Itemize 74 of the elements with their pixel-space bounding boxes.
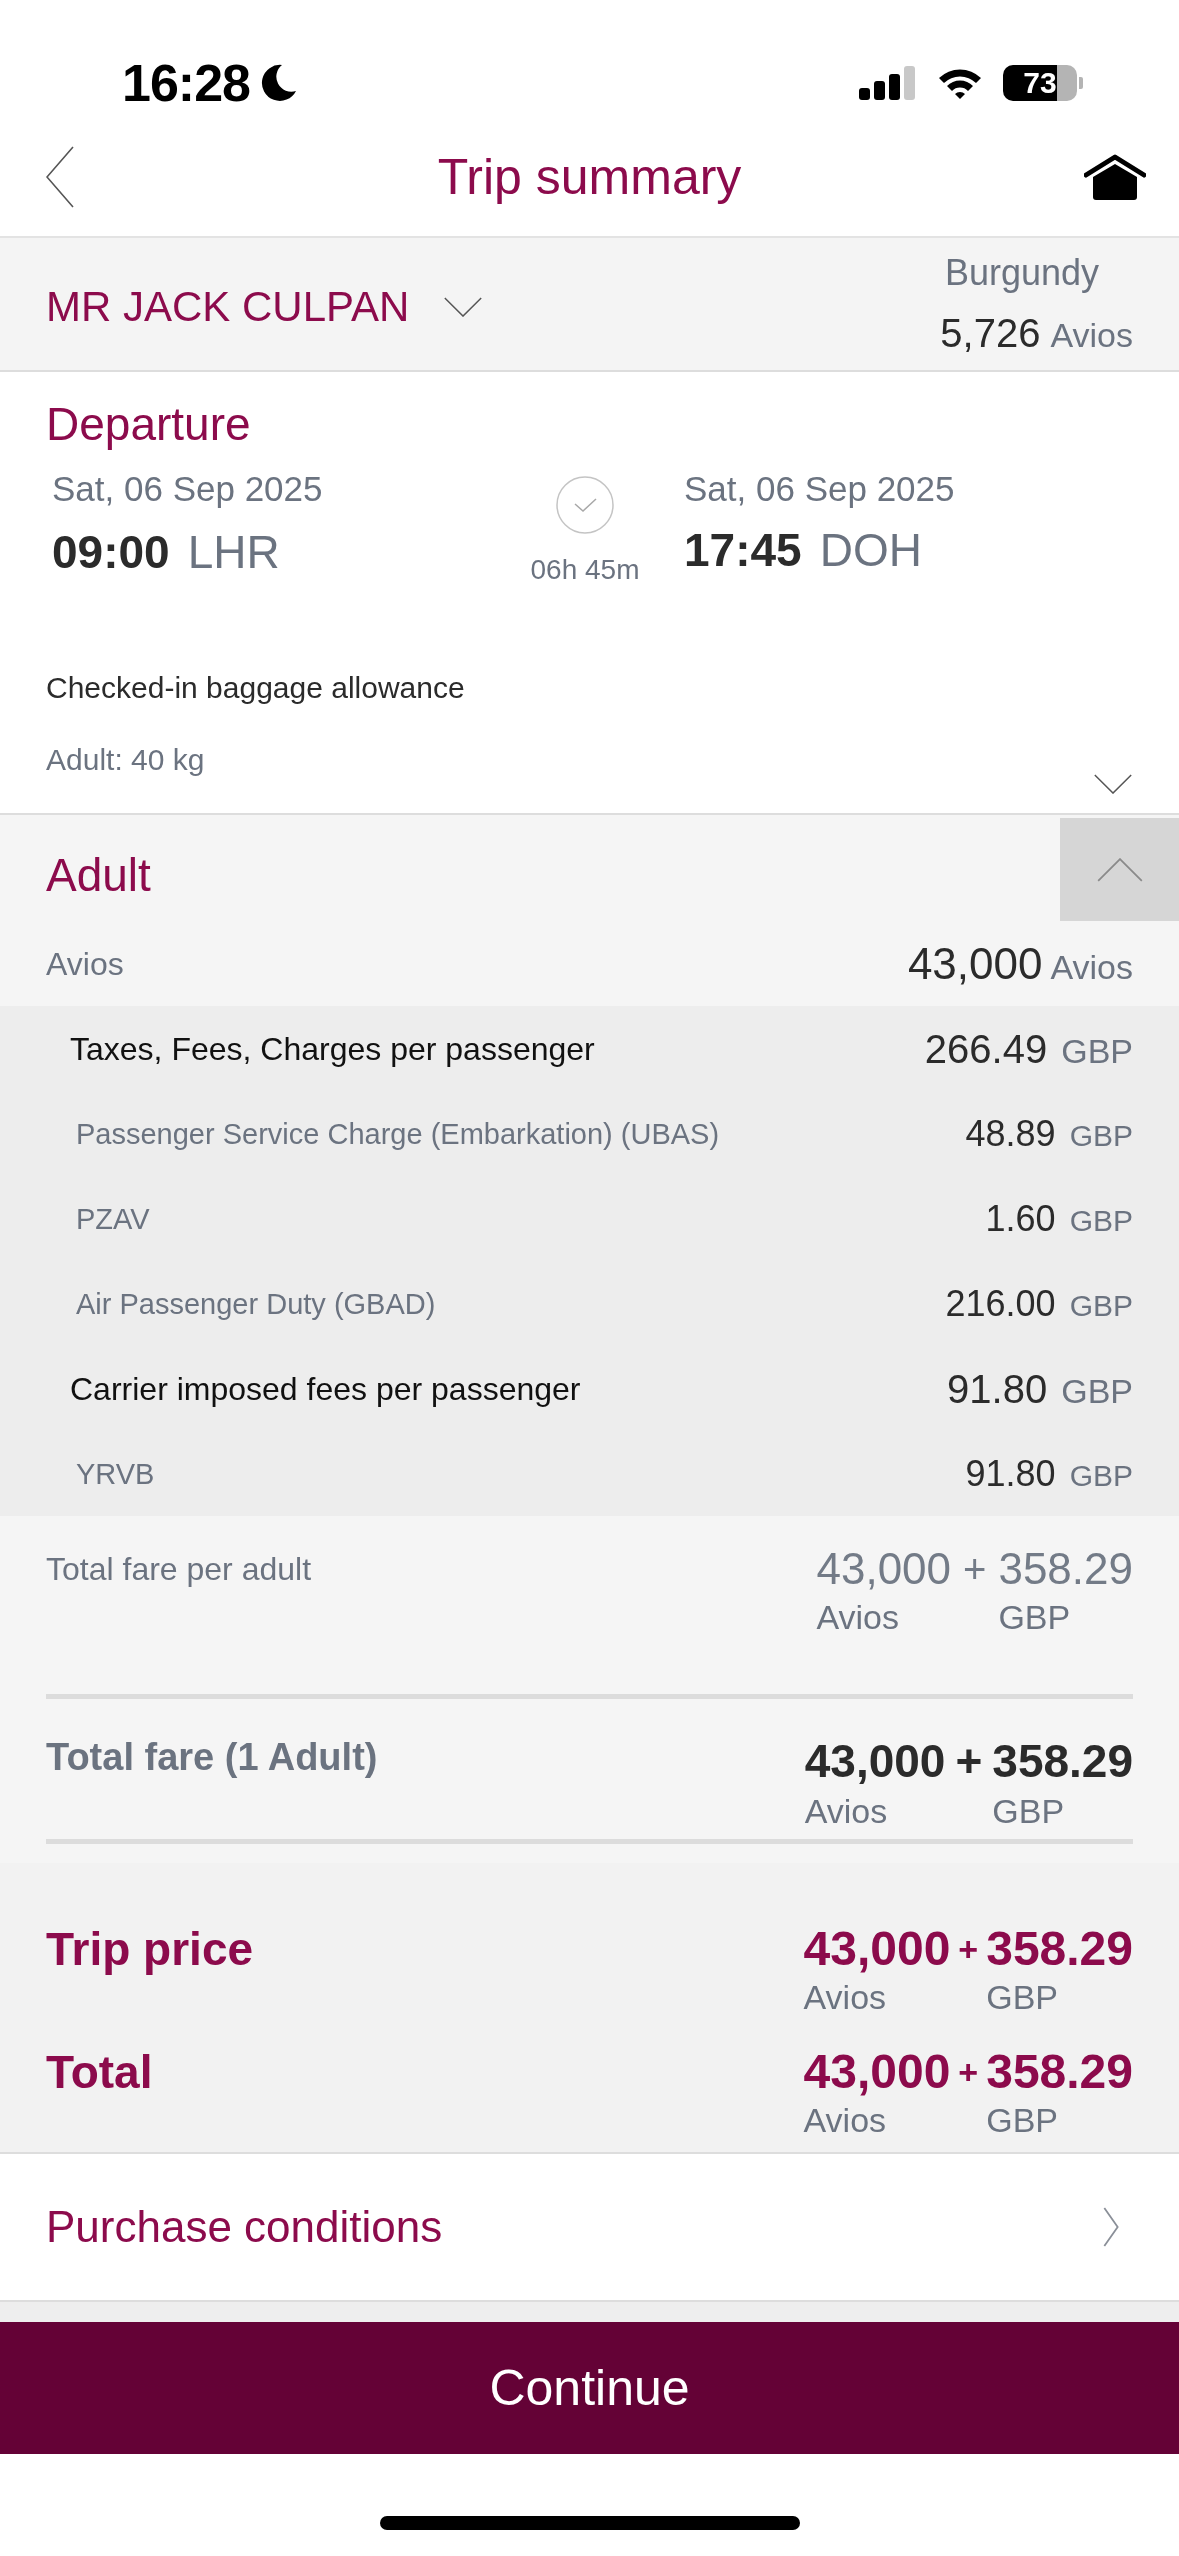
purchase-conditions-link[interactable]: Purchase conditions — [0, 2152, 1179, 2302]
charge-amount: 216.00 — [945, 1281, 1056, 1326]
wifi-icon — [937, 66, 983, 100]
cash-amount: 358.29 — [986, 1921, 1133, 1977]
baggage-title: Checked-in baggage allowance — [46, 670, 465, 706]
charge-group-label: Carrier imposed fees per passenger — [70, 1369, 581, 1409]
summary-label: Trip price — [46, 1922, 254, 1977]
chevron-up-icon — [1095, 857, 1144, 882]
total-fare-label: Total fare (1 Adult) — [46, 1735, 378, 1780]
points-balance: 5,726 — [940, 310, 1041, 357]
currency-code: GBP — [986, 2100, 1058, 2140]
currency-code: GBP — [986, 1977, 1058, 2017]
section-title: Adult — [46, 848, 151, 903]
charge-item-label: Passenger Service Charge (Embarkation) (UBAS) — [76, 1116, 720, 1152]
charge-amount: 1.60 — [985, 1196, 1056, 1241]
flight-duration: 06h 45m — [530, 553, 640, 587]
page-title: Trip summary — [437, 148, 742, 207]
charge-amount: 266.49 — [924, 1025, 1048, 1073]
cash-amount: 358.29 — [986, 2044, 1133, 2100]
tier-label: Burgundy — [944, 251, 1100, 295]
section-title: Departure — [46, 397, 251, 452]
avios-amount: 43,000 — [816, 1543, 952, 1595]
avios-unit: Avios — [804, 1791, 888, 1832]
departure-airport: LHR — [187, 525, 280, 580]
cash-amount: 358.29 — [998, 1543, 1133, 1595]
charge-amount: 91.80 — [965, 1451, 1056, 1496]
fare-label: Avios — [46, 944, 124, 984]
avios-unit: Avios — [803, 2100, 887, 2140]
departure-date: Sat, 06 Sep 2025 — [52, 468, 323, 510]
status-time: 16:28 — [122, 57, 250, 109]
baggage-allowance: Adult: 40 kg — [46, 742, 205, 778]
arrival-time: 17:45 — [684, 523, 802, 578]
continue-button[interactable]: Continue — [0, 2322, 1179, 2454]
currency-code: GBP — [1069, 1117, 1133, 1154]
charge-group-label: Taxes, Fees, Charges per passenger — [70, 1029, 595, 1069]
chevron-down-icon — [443, 297, 484, 317]
check-circle-icon — [556, 476, 614, 534]
currency-code: GBP — [1069, 1457, 1133, 1494]
currency-code: GBP — [1069, 1202, 1133, 1239]
signal-icon — [859, 66, 917, 100]
fare-label: Total fare per adult — [46, 1550, 312, 1589]
currency-code: GBP — [1069, 1287, 1133, 1324]
plus-sign: + — [957, 2052, 980, 2093]
avios-amount: 43,000 — [907, 937, 1043, 990]
avios-amount: 43,000 — [803, 1921, 951, 1977]
chevron-left-icon — [46, 146, 74, 208]
chevron-right-icon — [1103, 2207, 1119, 2247]
home-icon — [1084, 153, 1146, 201]
charge-item-label: YRVB — [76, 1456, 155, 1492]
charge-amount: 91.80 — [947, 1365, 1048, 1413]
charge-amount: 48.89 — [965, 1111, 1056, 1156]
avios-amount: 43,000 — [804, 1734, 946, 1789]
cash-amount: 358.29 — [992, 1734, 1133, 1789]
currency-code: GBP — [1061, 1370, 1133, 1412]
avios-unit: Avios — [816, 1597, 899, 1638]
plus-sign: + — [954, 1734, 984, 1789]
points-unit: Avios — [1050, 315, 1133, 356]
charge-item-label: Air Passenger Duty (GBAD) — [76, 1286, 436, 1322]
avios-unit: Avios — [1050, 946, 1133, 988]
battery-percentage: 73 — [1022, 65, 1058, 101]
passenger-selector[interactable]: MR JACK CULPAN — [46, 276, 484, 332]
summary-label: Total — [46, 2045, 153, 2100]
arrival-date: Sat, 06 Sep 2025 — [684, 468, 955, 510]
plus-sign: + — [957, 1929, 980, 1970]
currency-code: GBP — [1061, 1030, 1133, 1072]
plus-sign: + — [962, 1546, 988, 1593]
arrival-airport: DOH — [819, 523, 922, 578]
avios-unit: Avios — [803, 1977, 887, 2017]
departure-time: 09:00 — [52, 525, 170, 580]
avios-amount: 43,000 — [803, 2044, 951, 2100]
currency-code: GBP — [998, 1597, 1071, 1638]
chevron-down-icon[interactable] — [1093, 774, 1133, 794]
currency-code: GBP — [992, 1791, 1065, 1832]
charge-item-label: PZAV — [76, 1201, 150, 1237]
